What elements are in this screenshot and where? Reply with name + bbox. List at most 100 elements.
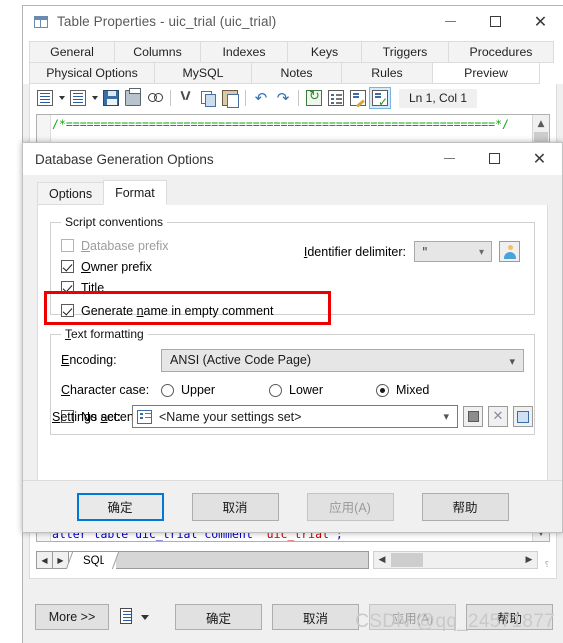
- tab-indexes[interactable]: Indexes: [200, 41, 288, 63]
- tab-general[interactable]: General: [29, 41, 115, 63]
- radio-mixed[interactable]: Mixed: [376, 383, 429, 397]
- checkbox-label: Title: [81, 280, 105, 295]
- new-script-icon: [37, 90, 53, 106]
- dialog-maximize-button[interactable]: [472, 143, 517, 174]
- database-generation-options-dialog: Database Generation Options ✕ Options For…: [22, 142, 563, 533]
- tab-label: Preview: [464, 66, 508, 80]
- script-conventions-group: Script conventions Database prefix Owner…: [50, 215, 535, 318]
- cut-icon: [178, 90, 194, 106]
- property-tabs-row-1: General Columns Indexes Keys Triggers Pr…: [29, 41, 563, 63]
- new-script-dropdown[interactable]: [56, 87, 67, 109]
- find-button[interactable]: [144, 87, 166, 109]
- new-script-button[interactable]: [34, 87, 56, 109]
- refresh-button[interactable]: [303, 87, 325, 109]
- maximize-icon: [490, 16, 501, 27]
- encoding-row: Encoding: ANSI (Active Code Page) ▾: [61, 347, 524, 373]
- delete-settings-set-button[interactable]: ✕: [488, 406, 508, 427]
- dialog-bottom-bar: 确定 取消 应用(A) 帮助: [23, 480, 562, 532]
- character-case-label: Character case:: [61, 383, 150, 397]
- tab-procedures[interactable]: Procedures: [448, 41, 554, 63]
- tab-triggers[interactable]: Triggers: [361, 41, 449, 63]
- more-button[interactable]: More >>: [35, 604, 109, 630]
- identifier-delimiter-select[interactable]: " ▾: [414, 241, 492, 262]
- checkbox-title[interactable]: Title: [61, 277, 524, 298]
- tab-label: Options: [49, 186, 93, 201]
- dialog-help-button[interactable]: 帮助: [421, 492, 509, 521]
- tab-rules[interactable]: Rules: [341, 62, 433, 84]
- tab-preview[interactable]: Preview: [432, 62, 540, 84]
- open-script-icon: [70, 90, 86, 106]
- resize-grip[interactable]: [538, 551, 550, 569]
- scroll-up-arrow[interactable]: ▲: [533, 115, 549, 132]
- settings-set-select[interactable]: <Name your settings set> ▾: [132, 405, 458, 428]
- tab-label: Keys: [310, 45, 339, 59]
- identifier-delimiter-row: Identifier delimiter: " ▾: [304, 241, 520, 262]
- cancel-button[interactable]: 取消: [272, 604, 359, 630]
- tab-format[interactable]: Format: [103, 180, 167, 205]
- tab-label: MySQL: [182, 66, 224, 80]
- tab-notes[interactable]: Notes: [251, 62, 342, 84]
- user-icon: [508, 245, 513, 250]
- tab-mysql[interactable]: MySQL: [154, 62, 252, 84]
- save-settings-set-button[interactable]: [463, 406, 483, 427]
- script-options-icon[interactable]: [119, 608, 135, 626]
- sql-tab[interactable]: SQL: [69, 551, 117, 569]
- check-syntax-button[interactable]: [369, 87, 391, 109]
- minimize-button[interactable]: [428, 6, 473, 37]
- find-icon: [147, 90, 163, 106]
- radio-upper[interactable]: Upper: [161, 383, 269, 397]
- save-button[interactable]: [100, 87, 122, 109]
- ok-button[interactable]: 确定: [175, 604, 262, 630]
- dialog-cancel-button[interactable]: 取消: [191, 492, 279, 521]
- radio-lower[interactable]: Lower: [269, 383, 376, 397]
- script-options-dropdown[interactable]: [141, 614, 149, 620]
- open-script-dropdown[interactable]: [89, 87, 100, 109]
- table-icon: [33, 14, 49, 30]
- dialog-title: Database Generation Options: [35, 151, 214, 167]
- encoding-select[interactable]: ANSI (Active Code Page) ▾: [161, 348, 524, 372]
- tab-keys[interactable]: Keys: [287, 41, 362, 63]
- caret-position-status: Ln 1, Col 1: [399, 88, 478, 108]
- checkbox-box: [61, 260, 74, 273]
- watermark: CSDN @qq_24571877: [355, 611, 555, 632]
- scroll-right-arrow[interactable]: ▶: [521, 555, 537, 565]
- edit-button[interactable]: [347, 87, 369, 109]
- sql-tab-label: SQL: [83, 554, 107, 567]
- redo-button[interactable]: ↷: [272, 87, 294, 109]
- undo-button[interactable]: ↶: [250, 87, 272, 109]
- cut-button[interactable]: [175, 87, 197, 109]
- dialog-minimize-button[interactable]: [427, 143, 472, 174]
- window-controls: ✕: [428, 6, 563, 37]
- checkbox-generate-name-in-empty-comment[interactable]: Generate name in empty comment: [61, 300, 524, 321]
- maximize-icon: [489, 153, 500, 164]
- dialog-ok-button[interactable]: 确定: [76, 492, 164, 521]
- code-comment-line: /*======================================…: [52, 117, 509, 131]
- dialog-window-controls: ✕: [427, 143, 562, 174]
- tab-label: General: [50, 45, 94, 59]
- property-tabs-row-2: Physical Options MySQL Notes Rules Previ…: [29, 62, 563, 84]
- tab-physical-options[interactable]: Physical Options: [29, 62, 155, 84]
- tab-label: Columns: [133, 45, 182, 59]
- copy-button[interactable]: [197, 87, 219, 109]
- user-button[interactable]: [499, 241, 520, 262]
- scroll-left-arrow[interactable]: ◀: [374, 555, 390, 565]
- checkbox-label: Database prefix: [81, 238, 169, 253]
- new-settings-set-button[interactable]: [513, 406, 533, 427]
- horizontal-scrollbar[interactable]: ◀ ▶: [373, 551, 538, 569]
- undo-icon: ↶: [254, 89, 268, 107]
- close-button[interactable]: ✕: [518, 6, 563, 37]
- tab-label: Format: [115, 185, 155, 200]
- chevron-down-icon: ▾: [443, 410, 449, 423]
- maximize-button[interactable]: [473, 6, 518, 37]
- editor-toolbar: ↶ ↷ Ln 1, Col 1: [30, 84, 556, 112]
- hscroll-thumb[interactable]: [391, 553, 423, 567]
- settings-set-value: <Name your settings set>: [159, 409, 302, 424]
- print-button[interactable]: [122, 87, 144, 109]
- paste-button[interactable]: [219, 87, 241, 109]
- dialog-close-button[interactable]: ✕: [517, 143, 562, 174]
- open-script-button[interactable]: [67, 87, 89, 109]
- tab-columns[interactable]: Columns: [114, 41, 201, 63]
- outline-button[interactable]: [325, 87, 347, 109]
- sql-tab-prev-button[interactable]: ◀: [36, 551, 53, 569]
- tab-options[interactable]: Options: [37, 182, 105, 205]
